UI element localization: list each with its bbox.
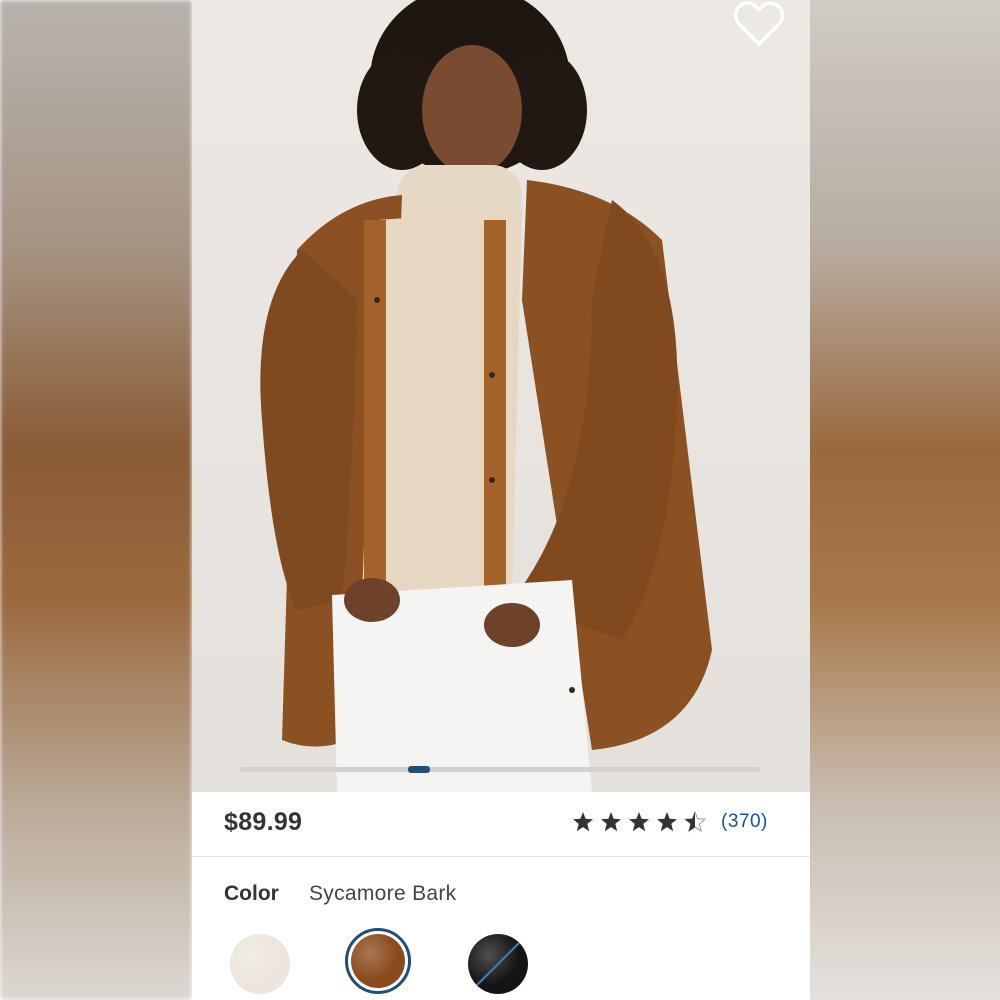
star-full-icon [629, 812, 649, 832]
color-swatch-black[interactable] [468, 934, 528, 994]
color-label: Color [224, 882, 279, 905]
star-full-icon [573, 812, 593, 832]
product-photo-illustration [260, 0, 712, 792]
price-rating-row: $89.99 (370) [192, 792, 810, 857]
color-swatch-cream[interactable] [230, 934, 290, 994]
unavailable-slash-icon [473, 939, 523, 989]
product-page: $89.99 (370) Color Sycamore Bark [192, 0, 810, 1000]
star-full-icon [657, 812, 677, 832]
review-count-link[interactable]: (370) [721, 811, 768, 833]
star-half-icon [684, 811, 706, 833]
color-swatch-sycamore-bark[interactable] [351, 934, 405, 988]
screen: $89.99 (370) Color Sycamore Bark [0, 0, 1000, 1000]
blurred-background-right [810, 0, 1000, 1000]
carousel-progress-indicator[interactable] [407, 766, 430, 773]
star-full-icon [601, 812, 621, 832]
product-price: $89.99 [224, 808, 303, 836]
carousel-progress-track[interactable] [240, 766, 760, 773]
selected-color-name: Sycamore Bark [309, 882, 457, 905]
product-image[interactable] [192, 0, 810, 792]
star-rating[interactable] [572, 808, 706, 836]
blurred-background-left [0, 0, 192, 1000]
favorite-heart-icon[interactable] [732, 0, 786, 48]
